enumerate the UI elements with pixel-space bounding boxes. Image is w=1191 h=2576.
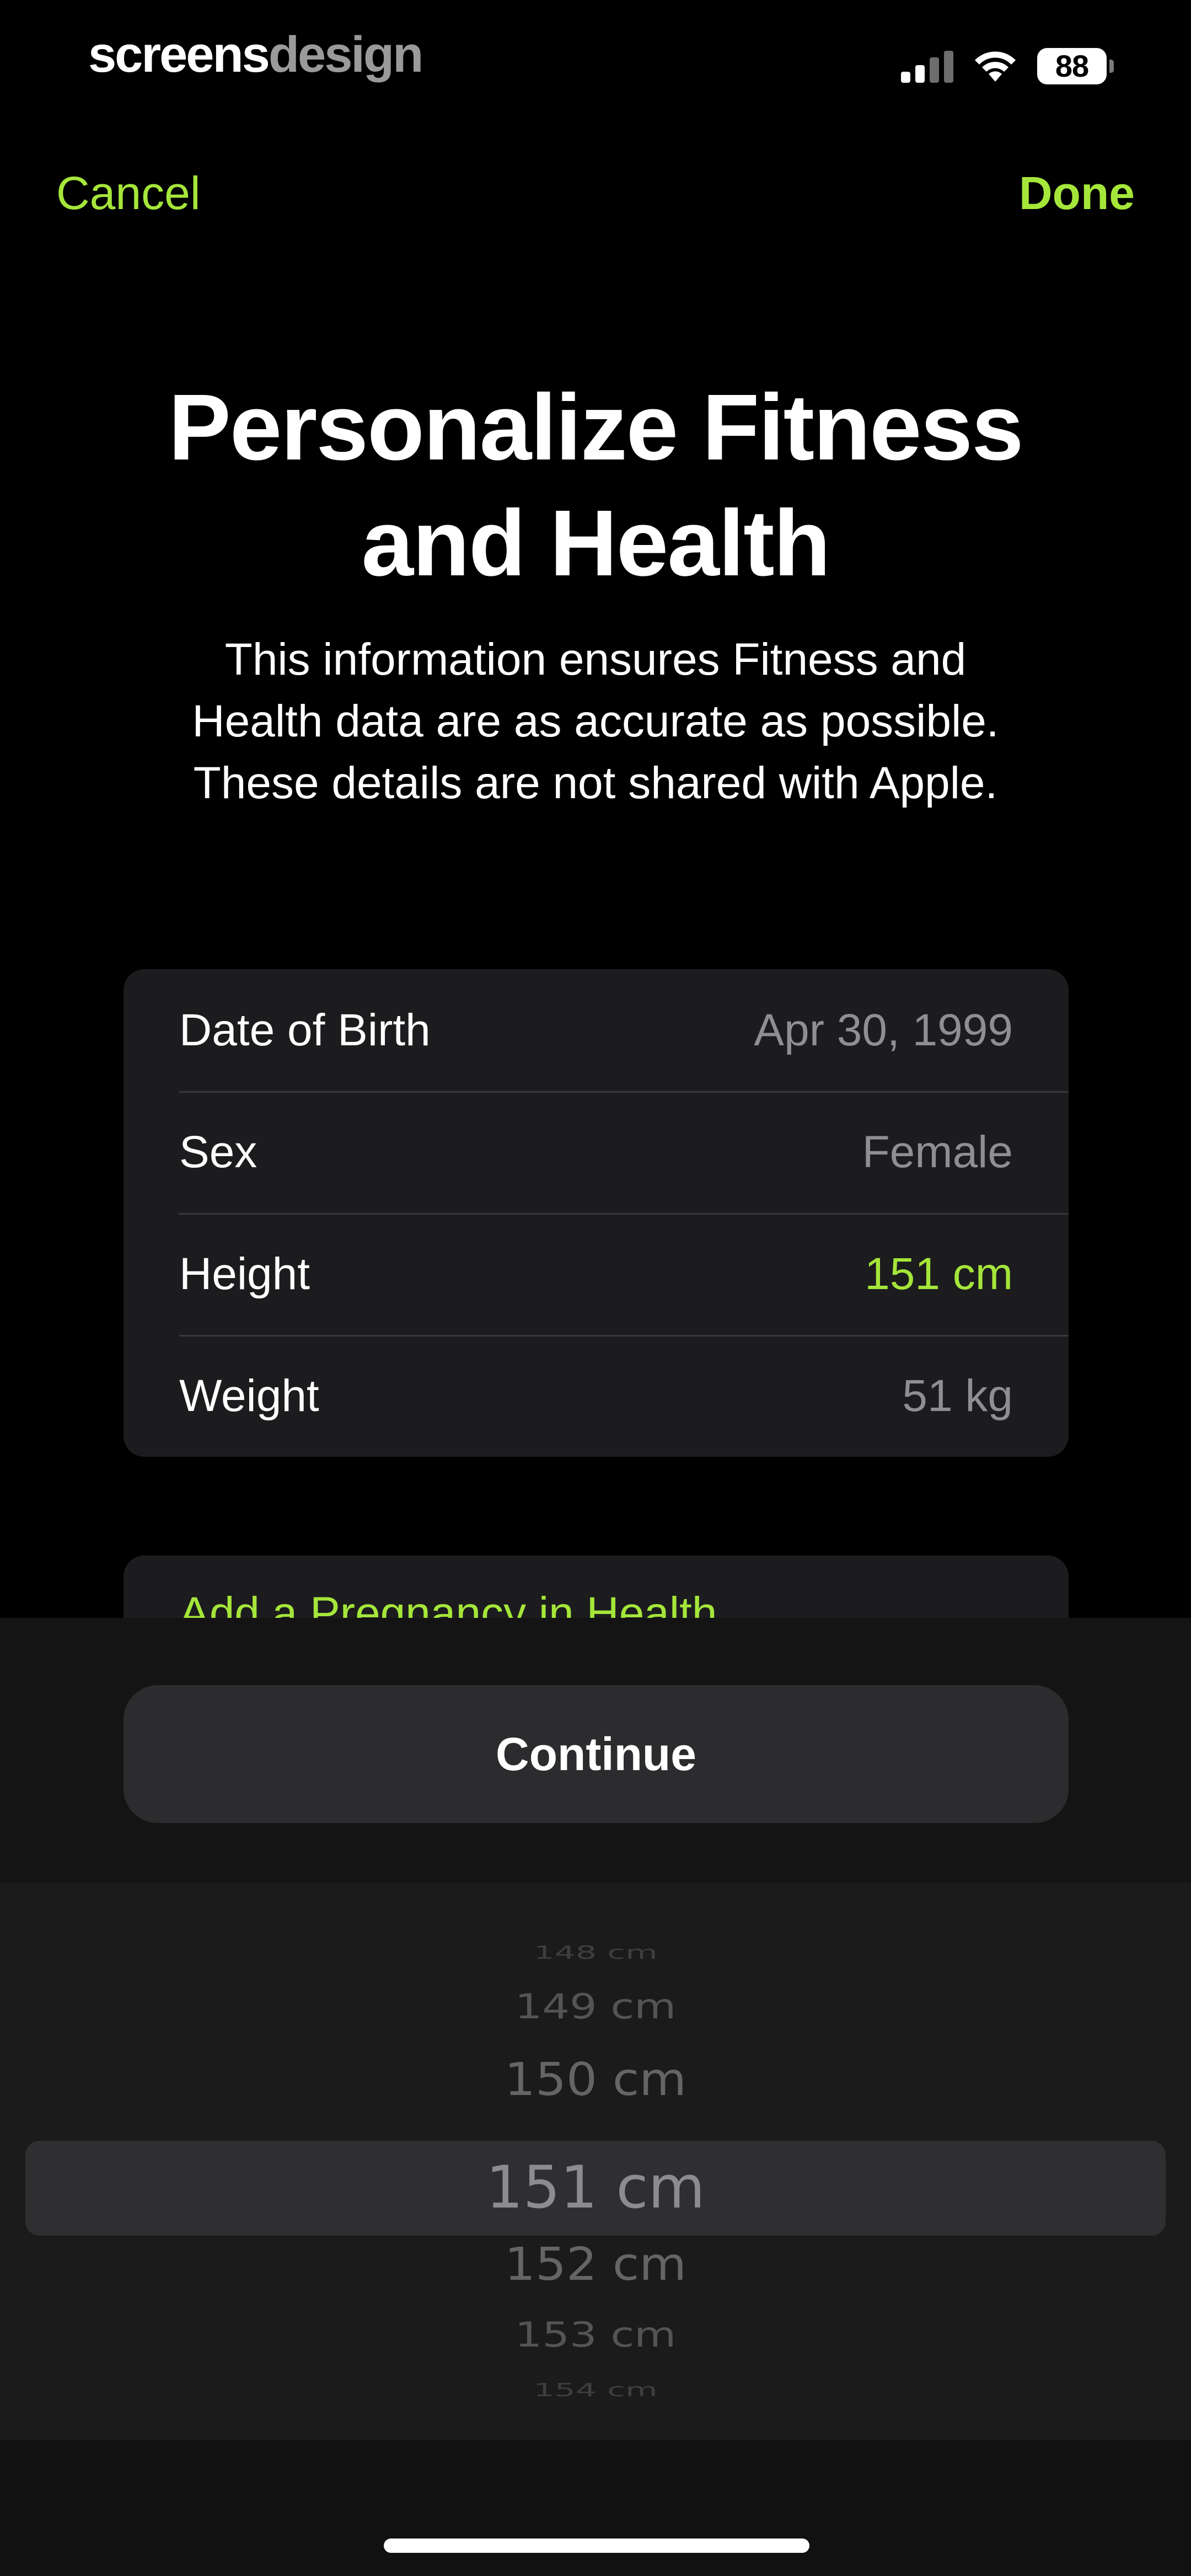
row-value: Female <box>862 1127 1013 1177</box>
row-label: Weight <box>179 1371 319 1421</box>
subtitle-line-3: These details are not shared with Apple. <box>193 758 998 808</box>
row-label: Height <box>179 1249 310 1299</box>
title-line-1: Personalize Fitness <box>168 375 1023 480</box>
home-indicator[interactable] <box>384 2538 809 2553</box>
picker-option[interactable]: 150 cm <box>0 2053 1191 2106</box>
height-picker[interactable]: 148 cm 149 cm 150 cm 151 cm 152 cm 153 c… <box>0 1883 1191 2440</box>
row-label: Sex <box>179 1127 257 1177</box>
picker-option[interactable]: 148 cm <box>0 1942 1191 1964</box>
picker-option[interactable]: 152 cm <box>0 2238 1191 2291</box>
continue-button[interactable]: Continue <box>124 1685 1069 1823</box>
sheet-button-area: Continue <box>0 1618 1191 1883</box>
battery-icon: 88 <box>1037 48 1114 84</box>
row-label: Date of Birth <box>179 1005 431 1055</box>
personal-details-card: Date of Birth Apr 30, 1999 Sex Female He… <box>124 969 1069 1457</box>
height-row[interactable]: Height 151 cm <box>124 1213 1069 1335</box>
row-value-selected: 151 cm <box>865 1249 1013 1299</box>
page-title: Personalize Fitness and Health <box>99 370 1092 601</box>
sex-row[interactable]: Sex Female <box>124 1091 1069 1213</box>
page-subtitle: This information ensures Fitness and Hea… <box>110 629 1081 814</box>
title-line-2: and Health <box>361 491 830 596</box>
cellular-signal-icon <box>901 50 953 83</box>
subtitle-line-1: This information ensures Fitness and <box>224 634 967 685</box>
picker-option[interactable]: 149 cm <box>0 1987 1191 2027</box>
picker-option-selected[interactable]: 151 cm <box>0 2144 1191 2232</box>
cancel-button[interactable]: Cancel <box>56 165 200 221</box>
weight-row[interactable]: Weight 51 kg <box>124 1335 1069 1457</box>
bottom-sheet: Continue 148 cm 149 cm 150 cm 151 cm 152… <box>0 1618 1191 2576</box>
row-value: 51 kg <box>902 1371 1013 1421</box>
brand-watermark: screensdesign <box>88 24 423 85</box>
subtitle-line-2: Health data are as accurate as possible. <box>192 696 999 746</box>
status-bar: screensdesign 88 <box>0 0 1191 110</box>
date-of-birth-row[interactable]: Date of Birth Apr 30, 1999 <box>124 969 1069 1091</box>
wifi-icon <box>975 51 1016 82</box>
picker-option[interactable]: 154 cm <box>0 2380 1191 2401</box>
done-button[interactable]: Done <box>1019 165 1135 221</box>
row-value: Apr 30, 1999 <box>754 1005 1013 1055</box>
status-icons: 88 <box>901 44 1114 88</box>
brand-part-1: screens <box>88 26 270 83</box>
picker-wheel[interactable]: 148 cm 149 cm 150 cm 151 cm 152 cm 153 c… <box>0 1883 1191 2440</box>
sheet-footer <box>0 2440 1191 2576</box>
battery-level: 88 <box>1037 48 1107 84</box>
picker-option[interactable]: 153 cm <box>0 2315 1191 2355</box>
brand-part-2: design <box>268 26 423 83</box>
